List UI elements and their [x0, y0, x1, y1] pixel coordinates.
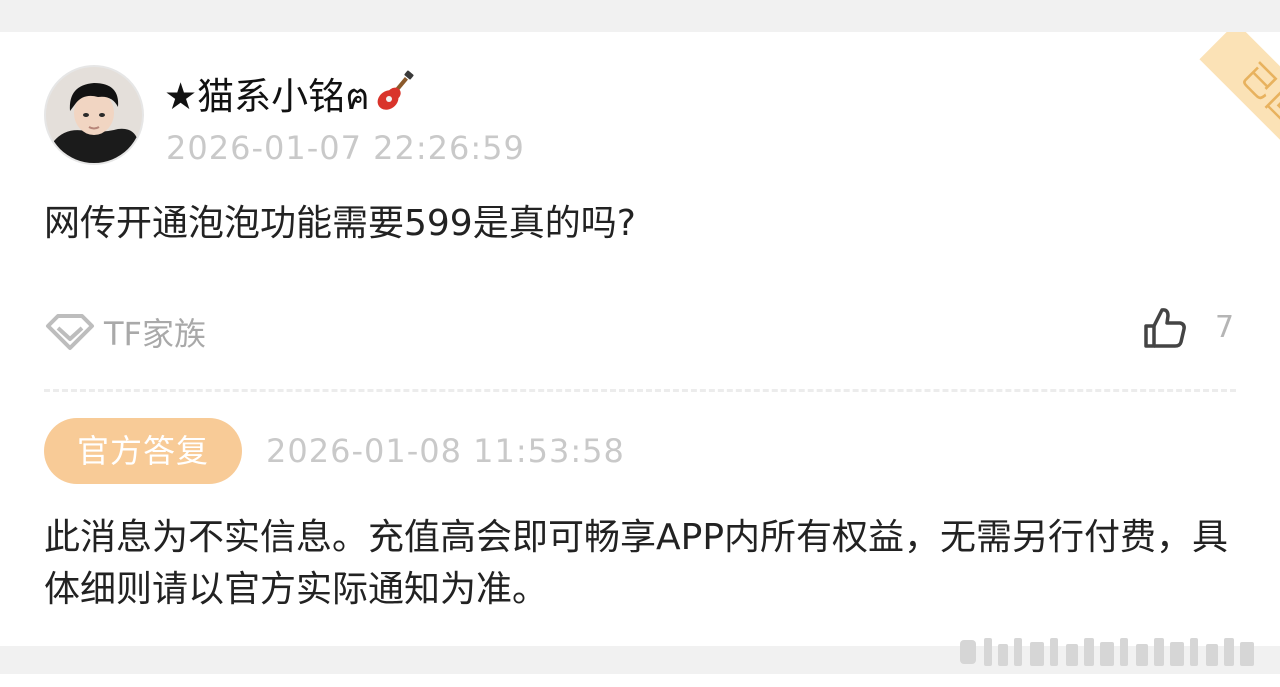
diamond-icon [46, 314, 94, 350]
next-card-edge [0, 674, 1280, 687]
author-name-text: ★猫系小铭ฅ [164, 75, 370, 118]
watermark-icon [960, 638, 1254, 666]
answer-text: 此消息为不实信息。充值高会即可畅享APP内所有权益，无需另行付费，具体细则请以官… [44, 517, 1229, 610]
question-timestamp: 2026-01-07 22:26:59 [166, 129, 525, 167]
official-reply-badge: 官方答复 [44, 418, 242, 484]
question-text: 网传开通泡泡功能需要599是真的吗? [44, 203, 636, 244]
answer-timestamp: 2026-01-08 11:53:58 [266, 432, 625, 470]
author-name[interactable]: ★猫系小铭ฅ [164, 70, 418, 127]
like-button[interactable] [1142, 306, 1188, 354]
tag-chip[interactable]: TF家族 [44, 310, 206, 354]
tag-label: TF家族 [104, 315, 206, 353]
like-count: 7 [1215, 310, 1235, 345]
divider [44, 389, 1236, 392]
thumbs-up-icon [1144, 308, 1186, 348]
guitar-emoji-icon [374, 70, 418, 127]
qa-card: 已回复 ★猫系小铭ฅ 2026-01-07 22:26:59 网传开通泡泡功能需… [0, 32, 1280, 646]
user-avatar-photo-icon [46, 67, 142, 163]
replied-stamp: 已回复 [1199, 32, 1280, 194]
avatar[interactable] [44, 65, 144, 165]
